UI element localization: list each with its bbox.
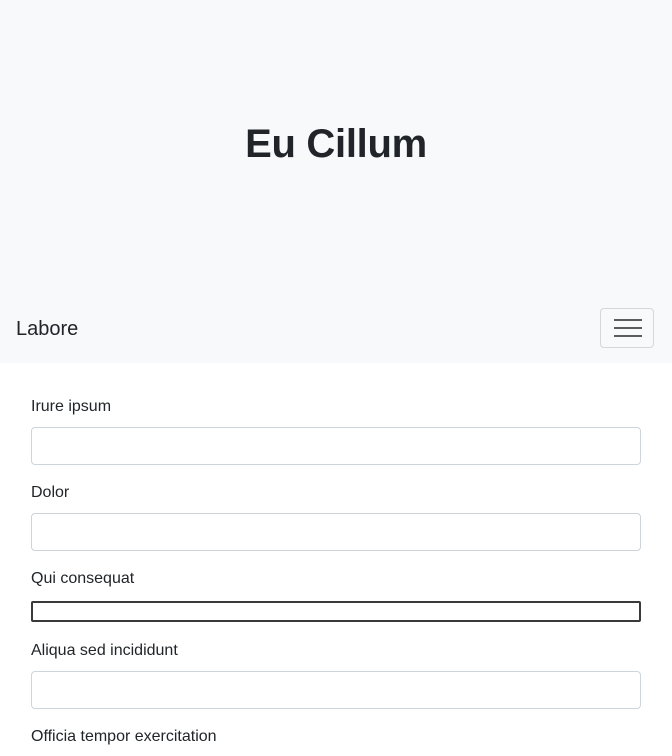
irure-ipsum-input[interactable] [31, 427, 641, 465]
navbar-toggler-button[interactable] [600, 308, 654, 348]
field-label-qui-consequat: Qui consequat [31, 570, 135, 587]
field-label-dolor: Dolor [31, 484, 70, 501]
page-title: Eu Cillum [245, 122, 427, 166]
dolor-input[interactable] [31, 513, 641, 551]
navbar: Labore [0, 296, 672, 363]
field-label-irure-ipsum: Irure ipsum [31, 398, 112, 415]
qui-consequat-input[interactable] [31, 601, 641, 622]
aliqua-sed-incididunt-input[interactable] [31, 671, 641, 709]
hamburger-menu-icon [614, 319, 642, 337]
field-label-aliqua-sed-incididunt: Aliqua sed incididunt [31, 642, 178, 659]
navbar-brand[interactable]: Labore [16, 316, 78, 342]
field-label-officia-tempor-exercitation: Officia tempor exercitation [31, 728, 217, 745]
hero-section: Eu Cillum [0, 0, 672, 296]
